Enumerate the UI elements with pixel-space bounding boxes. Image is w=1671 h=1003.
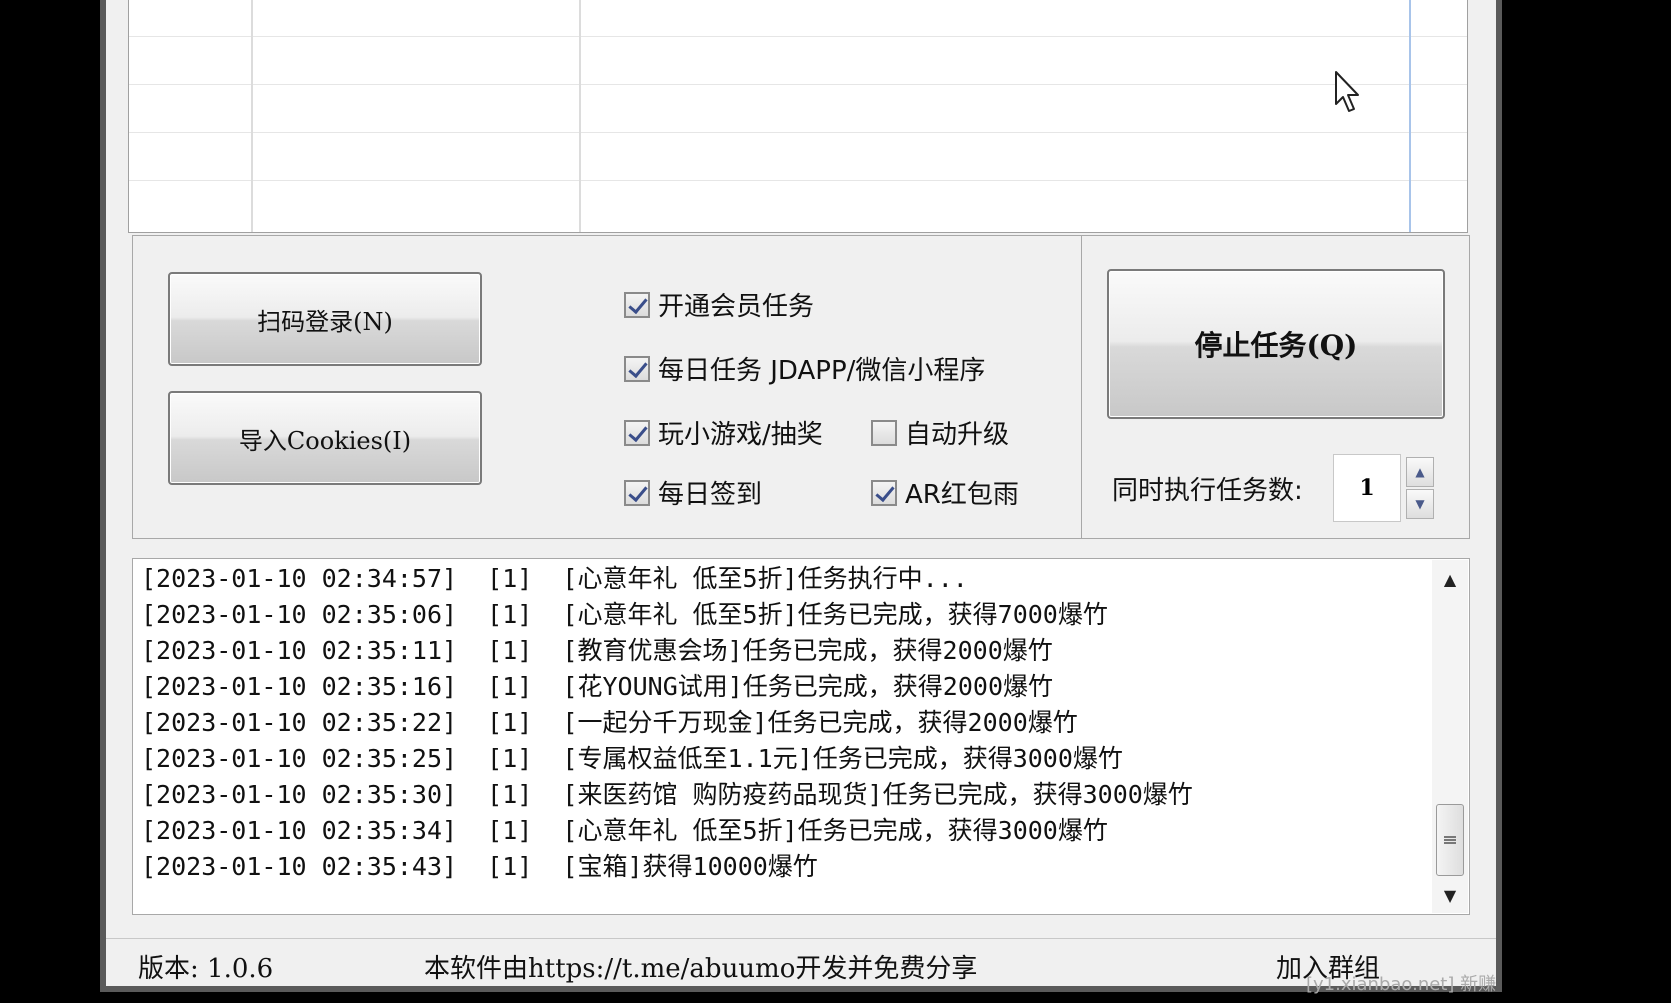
- checkbox-mini-games[interactable]: 玩小游戏/抽奖: [624, 414, 823, 451]
- qr-login-button[interactable]: 扫码登录(N): [168, 272, 482, 366]
- checkbox-box[interactable]: [624, 419, 650, 446]
- checkbox-label: AR红包雨: [905, 480, 1019, 510]
- log-output[interactable]: [2023-01-10 02:34:57] [1] [心意年礼 低至5折]任务执…: [132, 558, 1470, 915]
- checkbox-auto-upgrade[interactable]: 自动升级: [871, 414, 1009, 451]
- checkbox-label: 自动升级: [905, 420, 1010, 450]
- checkbox-daily-task[interactable]: 每日任务 JDAPP/微信小程序: [624, 350, 985, 387]
- account-grid[interactable]: [128, 0, 1468, 233]
- log-line: [2023-01-10 02:35:34] [1] [心意年礼 低至5折]任务已…: [141, 816, 1108, 845]
- spin-up-button[interactable]: ▲: [1406, 457, 1434, 487]
- log-line: [2023-01-10 02:34:57] [1] [心意年礼 低至5折]任务执…: [141, 564, 968, 593]
- concurrency-label: 同时执行任务数:: [1112, 476, 1303, 506]
- share-notice: 本软件由https://t.me/abuumo开发并免费分享: [424, 954, 978, 984]
- stop-task-button[interactable]: 停止任务(Q): [1107, 269, 1445, 419]
- checkbox-box[interactable]: [871, 479, 897, 506]
- log-line: [2023-01-10 02:35:11] [1] [教育优惠会场]任务已完成，…: [141, 636, 1053, 665]
- spin-down-button[interactable]: ▼: [1406, 489, 1434, 519]
- log-line: [2023-01-10 02:35:16] [1] [花YOUNG试用]任务已完…: [141, 672, 1054, 701]
- scroll-up-icon[interactable]: ▲: [1440, 570, 1460, 590]
- import-cookies-button[interactable]: 导入Cookies(I): [168, 391, 482, 485]
- scroll-thumb[interactable]: [1436, 804, 1464, 876]
- left-black-margin: [0, 0, 100, 1003]
- watermark: [y1.xianbao.net] 新赚: [1306, 974, 1497, 995]
- checkbox-box[interactable]: [624, 291, 650, 318]
- triangle-up-icon: ▲: [1415, 465, 1425, 479]
- checkbox-daily-signin[interactable]: 每日签到: [624, 474, 762, 511]
- arrow-cursor-icon: [1335, 71, 1359, 112]
- scroll-down-icon[interactable]: ▼: [1440, 886, 1460, 906]
- checkbox-ar-red-packet[interactable]: AR红包雨: [871, 474, 1019, 511]
- concurrency-input[interactable]: 1: [1333, 454, 1401, 522]
- log-line: [2023-01-10 02:35:30] [1] [来医药馆 购防疫药品现货]…: [141, 780, 1193, 809]
- triangle-down-icon: ▼: [1415, 497, 1425, 511]
- checkbox-label: 开通会员任务: [658, 292, 815, 322]
- checkbox-label: 玩小游戏/抽奖: [658, 420, 823, 450]
- checkbox-box[interactable]: [871, 419, 897, 446]
- log-line: [2023-01-10 02:35:06] [1] [心意年礼 低至5折]任务已…: [141, 600, 1108, 629]
- checkbox-label: 每日签到: [658, 480, 763, 510]
- version-label: 版本: 1.0.6: [138, 954, 274, 984]
- checkbox-box[interactable]: [624, 479, 650, 506]
- scroll-grip-icon: [1444, 836, 1456, 844]
- log-line: [2023-01-10 02:35:22] [1] [一起分千万现金]任务已完成…: [141, 708, 1078, 737]
- right-black-margin: [1502, 0, 1671, 1003]
- checkbox-box[interactable]: [624, 355, 650, 382]
- checkbox-label: 每日任务 JDAPP/微信小程序: [658, 356, 986, 386]
- checkbox-member-task[interactable]: 开通会员任务: [624, 286, 814, 323]
- log-line: [2023-01-10 02:35:25] [1] [专属权益低至1.1元]任务…: [141, 744, 1123, 773]
- log-line: [2023-01-10 02:35:43] [1] [宝箱]获得10000爆竹: [141, 852, 818, 881]
